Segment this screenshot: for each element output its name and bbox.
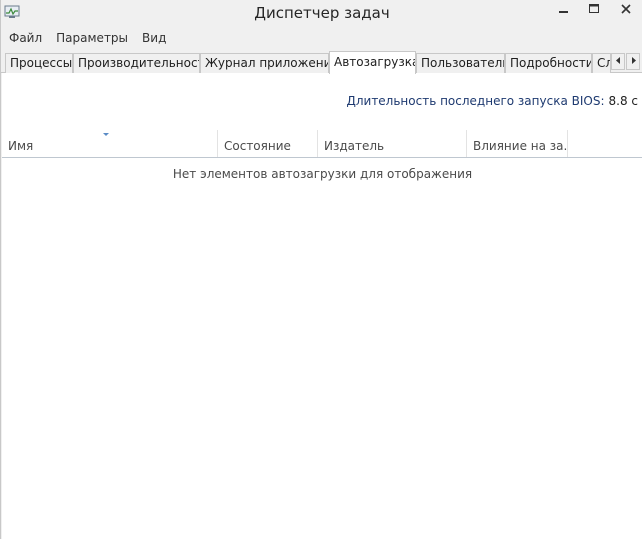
chevron-left-icon xyxy=(615,57,621,66)
minimize-button[interactable] xyxy=(549,0,579,20)
close-button[interactable] xyxy=(609,0,642,20)
task-manager-window: Диспетчер задач Файл Параметры Вид Проце… xyxy=(0,0,642,539)
column-header-status[interactable]: Состояние xyxy=(218,130,318,158)
tab-users[interactable]: Пользователи xyxy=(416,53,505,73)
column-header-startup-impact[interactable]: Влияние на за... xyxy=(467,130,568,158)
minimize-icon xyxy=(559,3,569,17)
maximize-button[interactable] xyxy=(579,0,609,20)
tab-details[interactable]: Подробности xyxy=(505,53,592,73)
tab-processes[interactable]: Процессы xyxy=(5,53,73,73)
maximize-icon xyxy=(589,3,599,17)
tab-app-history[interactable]: Журнал приложений xyxy=(200,53,329,73)
tab-strip: Процессы Производительность Журнал прило… xyxy=(1,51,642,74)
startup-panel: Длительность последнего запуска BIOS: 8.8… xyxy=(2,73,642,539)
tab-services[interactable]: Сл xyxy=(592,53,611,73)
empty-list-message: Нет элементов автозагрузки для отображен… xyxy=(172,167,473,181)
menu-view[interactable]: Вид xyxy=(142,31,166,45)
tab-scroll-left-button[interactable] xyxy=(611,53,625,70)
menu-bar: Файл Параметры Вид xyxy=(1,28,642,48)
column-header-publisher[interactable]: Издатель xyxy=(318,130,467,158)
bios-time-value: 8.8 с xyxy=(608,94,639,108)
title-bar[interactable]: Диспетчер задач xyxy=(1,0,642,26)
menu-options[interactable]: Параметры xyxy=(56,31,128,45)
menu-file[interactable]: Файл xyxy=(9,31,42,45)
tab-performance[interactable]: Производительность xyxy=(73,53,200,73)
bios-time: Длительность последнего запуска BIOS: 8.8… xyxy=(346,94,638,108)
window-title: Диспетчер задач xyxy=(254,4,390,22)
column-header-name[interactable]: Имя xyxy=(2,130,218,158)
chevron-right-icon xyxy=(631,57,636,66)
header-divider xyxy=(2,157,642,158)
tab-scroll-right-button[interactable] xyxy=(626,53,640,70)
close-icon xyxy=(621,3,631,17)
bios-time-label: Длительность последнего запуска BIOS: xyxy=(346,94,605,108)
tab-startup[interactable]: Автозагрузка xyxy=(329,51,416,74)
